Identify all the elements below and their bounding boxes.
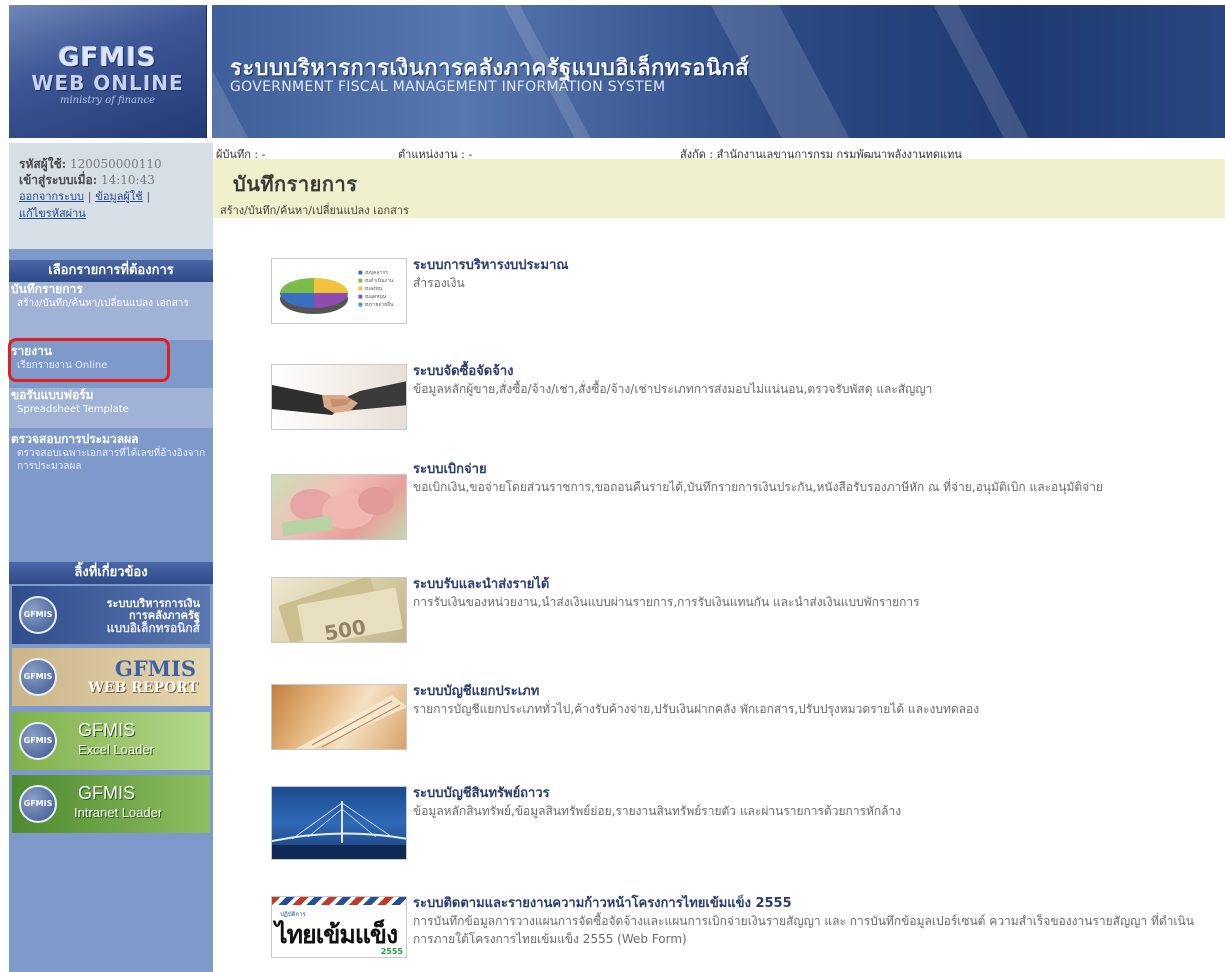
link-separator: | bbox=[87, 190, 92, 203]
page-subtitle: สร้าง/บันทึก/ค้นหา/เปลี่ยนแปลง เอกสาร bbox=[220, 204, 409, 217]
module-text: ระบบจัดซื้อจัดจ้าง ข้อมูลหลักผู้ขาย,สั่ง… bbox=[413, 364, 1213, 398]
gfmis-badge-icon: GFMIS bbox=[19, 596, 57, 634]
system-title-en: GOVERNMENT FISCAL MANAGEMENT INFORMATION… bbox=[230, 79, 666, 95]
module-title[interactable]: ระบบบัญชีแยกประเภท bbox=[413, 684, 1213, 700]
module-title[interactable]: ระบบเบิกจ่าย bbox=[413, 462, 1213, 478]
module-desc[interactable]: การรับเงินของหน่วยงาน,นำส่งเงินแบบผ่านรา… bbox=[413, 593, 1213, 611]
user-info-link[interactable]: ข้อมูลผู้ใช้ bbox=[95, 190, 142, 203]
logo-line3: ministry of finance bbox=[59, 95, 155, 106]
module-procurement[interactable]: ระบบจัดซื้อจัดจ้าง ข้อมูลหลักผู้ขาย,สั่ง… bbox=[271, 364, 1211, 444]
sidebar-item-title: ขอรับแบบฟอร์ม bbox=[11, 388, 94, 402]
module-text: ระบบรับและนำส่งรายได้ การรับเงินของหน่วย… bbox=[413, 577, 1213, 611]
link-line2: Excel Loader bbox=[78, 742, 154, 757]
module-desc[interactable]: ขอเบิกเงิน,ขอจ่ายโดยส่วนราชการ,ขอถอนคืนร… bbox=[413, 478, 1213, 496]
user-id-value: 120050000110 bbox=[69, 157, 162, 171]
handshake-thumbnail[interactable] bbox=[271, 364, 407, 430]
login-time-value: 14:10:43 bbox=[100, 173, 155, 187]
legend-item: งบบุคลากร bbox=[364, 270, 389, 276]
page-title: บันทึกรายการ bbox=[233, 172, 358, 196]
sidebar-item-title: ตรวจสอบการประมวลผล bbox=[11, 432, 139, 446]
logout-link[interactable]: ออกจากระบบ bbox=[19, 190, 84, 203]
money-thumbnail[interactable] bbox=[271, 474, 407, 540]
module-title[interactable]: ระบบการบริหารงบประมาณ bbox=[413, 258, 1213, 274]
login-time-label: เข้าสู่ระบบเมื่อ: bbox=[19, 173, 98, 187]
module-title[interactable]: ระบบบัญชีสินทรัพย์ถาวร bbox=[413, 786, 1213, 802]
gfmis-badge-icon: GFMIS bbox=[19, 658, 57, 696]
module-text: ระบบติดตามและรายงานความก้าวหน้าโครงการไท… bbox=[413, 896, 1213, 948]
user-info-box: รหัสผู้ใช้: 120050000110 เข้าสู่ระบบเมื่… bbox=[9, 143, 213, 249]
thumb7-year: 2555 bbox=[380, 947, 403, 956]
sidebar-item-sub: ตรวจสอบเฉพาะเอกสารที่ได้เลขที่อ้างอิงจาก… bbox=[17, 448, 206, 472]
link-gfmis-th[interactable]: GFMIS ระบบบริหารการเงิน การคลังภาครัฐ แบ… bbox=[12, 586, 210, 644]
link-excel-loader[interactable]: GFMIS GFMIS Excel Loader bbox=[12, 712, 210, 770]
link-line3: แบบอิเล็กทรอนิกส์ bbox=[106, 621, 200, 635]
module-budget[interactable]: ■ งบบุคลากร ■ งบดำเนินงาน ■ งบลงทุน ■ งบ… bbox=[271, 258, 1211, 338]
logo-line1: GFMIS bbox=[58, 43, 157, 73]
module-disbursement[interactable]: ระบบเบิกจ่าย ขอเบิกเงิน,ขอจ่ายโดยส่วนราช… bbox=[271, 462, 1211, 552]
related-links-header: ลิ้งที่เกี่ยวข้อง bbox=[9, 562, 213, 584]
legend-item: งบดำเนินงาน bbox=[364, 278, 394, 284]
report-highlight-box bbox=[8, 338, 170, 382]
menu-header: เลือกรายการที่ต้องการ bbox=[9, 260, 213, 282]
sidebar-item-form[interactable]: ขอรับแบบฟอร์ม Spreadsheet Template bbox=[9, 388, 213, 428]
ledger-thumbnail[interactable] bbox=[271, 684, 407, 750]
budget-pie-thumbnail[interactable]: ■ งบบุคลากร ■ งบดำเนินงาน ■ งบลงทุน ■ งบ… bbox=[271, 258, 407, 324]
link-separator: | bbox=[146, 190, 151, 203]
gfmis-badge-icon: GFMIS bbox=[19, 785, 57, 823]
sidebar-item-sub: Spreadsheet Template bbox=[17, 404, 129, 415]
header: GFMIS WEB ONLINE ministry of finance ระบ… bbox=[0, 0, 1225, 143]
link-line1: GFMIS bbox=[114, 656, 196, 681]
sidebar-item-title: บันทึกรายการ bbox=[11, 282, 83, 296]
legend-item: งบรายจ่ายอื่น bbox=[364, 302, 394, 308]
module-text: ระบบบัญชีแยกประเภท รายการบัญชีแยกประเภทท… bbox=[413, 684, 1213, 718]
link-intranet-loader[interactable]: GFMIS GFMIS Intranet Loader bbox=[12, 775, 210, 833]
module-title[interactable]: ระบบจัดซื้อจัดจ้าง bbox=[413, 364, 1213, 380]
info-bar: ผู้บันทึก : - ตำแหน่งงาน : - สังกัด : สำ… bbox=[213, 143, 1225, 161]
legend-item: งบอุดหนุน bbox=[364, 294, 387, 300]
header-banner: ระบบบริหารการเงินการคลังภาครัฐแบบอิเล็กท… bbox=[212, 5, 1225, 138]
link-line2: WEB REPORT bbox=[88, 680, 198, 696]
logo-line2: WEB ONLINE bbox=[31, 71, 184, 95]
gfmis-logo[interactable]: GFMIS WEB ONLINE ministry of finance bbox=[9, 5, 207, 138]
module-text: ระบบบัญชีสินทรัพย์ถาวร ข้อมูลหลักสินทรัพ… bbox=[413, 786, 1213, 820]
module-title[interactable]: ระบบติดตามและรายงานความก้าวหน้าโครงการไท… bbox=[413, 896, 1213, 912]
sidebar-item-sub: สร้าง/บันทึก/ค้นหา/เปลี่ยนแปลง เอกสาร bbox=[17, 298, 189, 309]
module-text: ระบบการบริหารงบประมาณ สำรองเงิน bbox=[413, 258, 1213, 292]
banknote-thumbnail[interactable]: 500 bbox=[271, 577, 407, 643]
bridge-thumbnail[interactable] bbox=[271, 786, 407, 860]
link-line1: GFMIS bbox=[78, 783, 135, 803]
link-line1: GFMIS bbox=[78, 720, 135, 740]
module-desc[interactable]: รายการบัญชีแยกประเภททั่วไป,ค้างรับค้างจ่… bbox=[413, 700, 1213, 718]
module-desc[interactable]: ข้อมูลหลักผู้ขาย,สั่งซื้อ/จ้าง/เช่า,สั่ง… bbox=[413, 380, 1213, 398]
legend-item: งบลงทุน bbox=[364, 286, 383, 292]
module-revenue[interactable]: 500 ระบบรับและนำส่งรายได้ การรับเงินของห… bbox=[271, 577, 1211, 657]
user-id-label: รหัสผู้ใช้: bbox=[19, 157, 67, 171]
module-desc[interactable]: การบันทึกข้อมูลการวางแผนการจัดซื้อจัดจ้า… bbox=[413, 912, 1213, 948]
module-desc[interactable]: สำรองเงิน bbox=[413, 274, 1213, 292]
gfmis-badge-icon: GFMIS bbox=[19, 722, 57, 760]
link-line2: Intranet Loader bbox=[74, 805, 163, 820]
module-fixed-assets[interactable]: ระบบบัญชีสินทรัพย์ถาวร ข้อมูลหลักสินทรัพ… bbox=[271, 786, 1211, 866]
thumb7-main: ไทยเข้มแข็ง bbox=[275, 921, 398, 949]
thai-kem-kaeng-thumbnail[interactable]: ปฏิบัติการ ไทยเข้มแข็ง 2555 bbox=[271, 896, 407, 958]
page-title-box: บันทึกรายการ สร้าง/บันทึก/ค้นหา/เปลี่ยนแ… bbox=[213, 159, 1225, 218]
module-text: ระบบเบิกจ่าย ขอเบิกเงิน,ขอจ่ายโดยส่วนราช… bbox=[413, 462, 1213, 496]
link-web-report[interactable]: GFMIS GFMIS WEB REPORT bbox=[12, 648, 210, 706]
sidebar-item-verify[interactable]: ตรวจสอบการประมวลผล ตรวจสอบเฉพาะเอกสารที่… bbox=[9, 432, 213, 498]
link-text: ระบบบริหารการเงิน การคลังภาครัฐ แบบอิเล็… bbox=[106, 598, 200, 635]
sidebar-item-record[interactable]: บันทึกรายการ สร้าง/บันทึก/ค้นหา/เปลี่ยนแ… bbox=[9, 282, 213, 340]
module-thai-kem-kaeng[interactable]: ปฏิบัติการ ไทยเข้มแข็ง 2555 ระบบติดตามแล… bbox=[271, 896, 1211, 968]
module-ledger[interactable]: ระบบบัญชีแยกประเภท รายการบัญชีแยกประเภทท… bbox=[271, 684, 1211, 764]
pie-legend: ■ งบบุคลากร ■ งบดำเนินงาน ■ งบลงทุน ■ งบ… bbox=[358, 270, 394, 308]
module-title[interactable]: ระบบรับและนำส่งรายได้ bbox=[413, 577, 1213, 593]
module-desc[interactable]: ข้อมูลหลักสินทรัพย์,ข้อมูลสินทรัพย์ย่อย,… bbox=[413, 802, 1213, 820]
sidebar: รหัสผู้ใช้: 120050000110 เข้าสู่ระบบเมื่… bbox=[9, 143, 213, 972]
change-password-link[interactable]: แก้ไขรหัสผ่าน bbox=[19, 207, 86, 220]
